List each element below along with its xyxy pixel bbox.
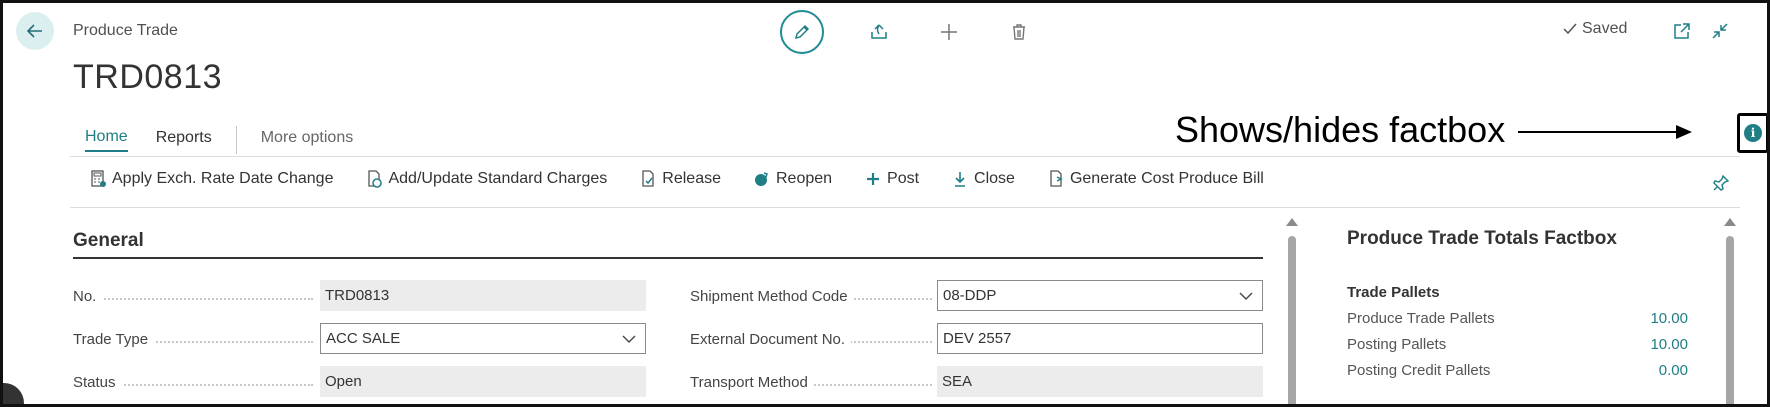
- open-new-window-button[interactable]: [1670, 19, 1694, 43]
- share-icon: [871, 24, 887, 39]
- info-icon: i: [1744, 124, 1762, 142]
- action-label: Apply Exch. Rate Date Change: [112, 170, 334, 187]
- section-title-general: General: [73, 230, 144, 251]
- reopen-icon: [753, 170, 771, 188]
- factbox-value-link[interactable]: 0.00: [1584, 362, 1688, 379]
- trade-type-select[interactable]: ACC SALE: [320, 323, 646, 354]
- field-label-trade-type: Trade Type: [73, 331, 313, 348]
- post-icon: [864, 170, 882, 188]
- generate-cost-produce-bill-button[interactable]: Generate Cost Produce Bill: [1047, 170, 1264, 188]
- reopen-button[interactable]: Reopen: [753, 170, 832, 188]
- pin-icon: [1713, 174, 1730, 191]
- section-rule: [73, 257, 1263, 259]
- no-field: TRD0813: [320, 280, 646, 311]
- chevron-down-icon: [622, 335, 636, 343]
- external-document-input[interactable]: DEV 2557: [937, 323, 1263, 354]
- field-label-status: Status: [73, 374, 313, 391]
- action-label: Close: [974, 170, 1015, 187]
- factbox-label: Posting Credit Pallets: [1347, 362, 1491, 379]
- add-update-standard-charges-button[interactable]: Add/Update Standard Charges: [365, 170, 607, 188]
- main-scrollbar[interactable]: [1288, 236, 1296, 407]
- saved-label: Saved: [1582, 20, 1628, 37]
- transport-method-field: SEA: [937, 366, 1263, 397]
- status-field: Open: [320, 366, 646, 397]
- share-button[interactable]: [864, 17, 894, 47]
- action-label: Reopen: [775, 170, 833, 187]
- factbox-value-link[interactable]: 10.00: [1584, 310, 1688, 327]
- back-button[interactable]: [16, 12, 54, 50]
- annotation-arrow-head: [1676, 125, 1692, 139]
- field-label-external-document: External Document No.: [690, 331, 932, 348]
- factbox-scrollbar[interactable]: [1726, 236, 1734, 407]
- factbox-title: Produce Trade Totals Factbox: [1347, 228, 1617, 249]
- menu-tabs: Home Reports More options: [85, 126, 381, 154]
- factbox-value-link[interactable]: 10.00: [1584, 336, 1688, 353]
- trade-type-value: ACC SALE: [326, 330, 401, 347]
- tab-home[interactable]: Home: [85, 128, 128, 152]
- saved-status: Saved: [1562, 20, 1627, 38]
- edit-button[interactable]: [780, 10, 824, 54]
- factbox-label: Produce Trade Pallets: [1347, 310, 1495, 327]
- factbox-label: Posting Pallets: [1347, 336, 1447, 353]
- action-label: Release: [662, 170, 721, 187]
- close-down-arrow-icon: [951, 170, 969, 188]
- checkmark-icon: [1563, 23, 1577, 35]
- post-button[interactable]: Post: [864, 170, 919, 188]
- release-button[interactable]: Release: [639, 170, 721, 188]
- factbox-group-title: Trade Pallets: [1347, 284, 1440, 301]
- collapse-icon: [1712, 23, 1728, 39]
- factbox-scroll-up-arrow[interactable]: [1724, 218, 1736, 226]
- generate-bill-icon: [1047, 170, 1065, 188]
- action-label: Add/Update Standard Charges: [388, 170, 608, 187]
- breadcrumb: Produce Trade: [73, 22, 178, 39]
- corner-shape: [0, 383, 24, 407]
- shipment-method-select[interactable]: 08-DDP: [937, 280, 1263, 311]
- charges-icon: [365, 170, 383, 188]
- scroll-up-arrow[interactable]: [1286, 218, 1298, 226]
- chevron-down-icon: [1239, 292, 1253, 300]
- action-bar: Apply Exch. Rate Date Change Add/Update …: [89, 170, 1296, 188]
- arrow-left-icon: [26, 24, 42, 38]
- record-actions: [780, 10, 1034, 54]
- divider: [70, 156, 1740, 157]
- tab-divider: [235, 126, 237, 154]
- page-title: TRD0813: [73, 58, 223, 96]
- delete-button[interactable]: [1004, 17, 1034, 47]
- collapse-button[interactable]: [1708, 19, 1732, 43]
- annotation-arrow-line: [1518, 131, 1678, 133]
- pencil-icon: [794, 24, 810, 40]
- factbox-toggle-button[interactable]: i: [1737, 113, 1769, 153]
- field-label-shipment-method: Shipment Method Code: [690, 288, 932, 305]
- trash-icon: [1013, 24, 1025, 40]
- divider: [70, 207, 1740, 208]
- calculator-icon: [89, 170, 107, 188]
- action-label: Post: [887, 170, 920, 187]
- field-label-no: No.: [73, 288, 313, 305]
- tab-more-options[interactable]: More options: [261, 129, 354, 151]
- open-new-window-icon: [1674, 23, 1690, 39]
- apply-exch-rate-button[interactable]: Apply Exch. Rate Date Change: [89, 170, 333, 188]
- release-icon: [639, 170, 657, 188]
- field-label-transport-method: Transport Method: [690, 374, 932, 391]
- plus-icon: [941, 24, 957, 40]
- tab-reports[interactable]: Reports: [156, 129, 212, 151]
- close-action-button[interactable]: Close: [951, 170, 1015, 188]
- factbox-annotation: Shows/hides factbox: [1175, 109, 1506, 150]
- pin-actions-button[interactable]: [1710, 172, 1732, 194]
- action-label: Generate Cost Produce Bill: [1069, 170, 1264, 187]
- new-button[interactable]: [934, 17, 964, 47]
- shipment-method-value: 08-DDP: [943, 287, 997, 304]
